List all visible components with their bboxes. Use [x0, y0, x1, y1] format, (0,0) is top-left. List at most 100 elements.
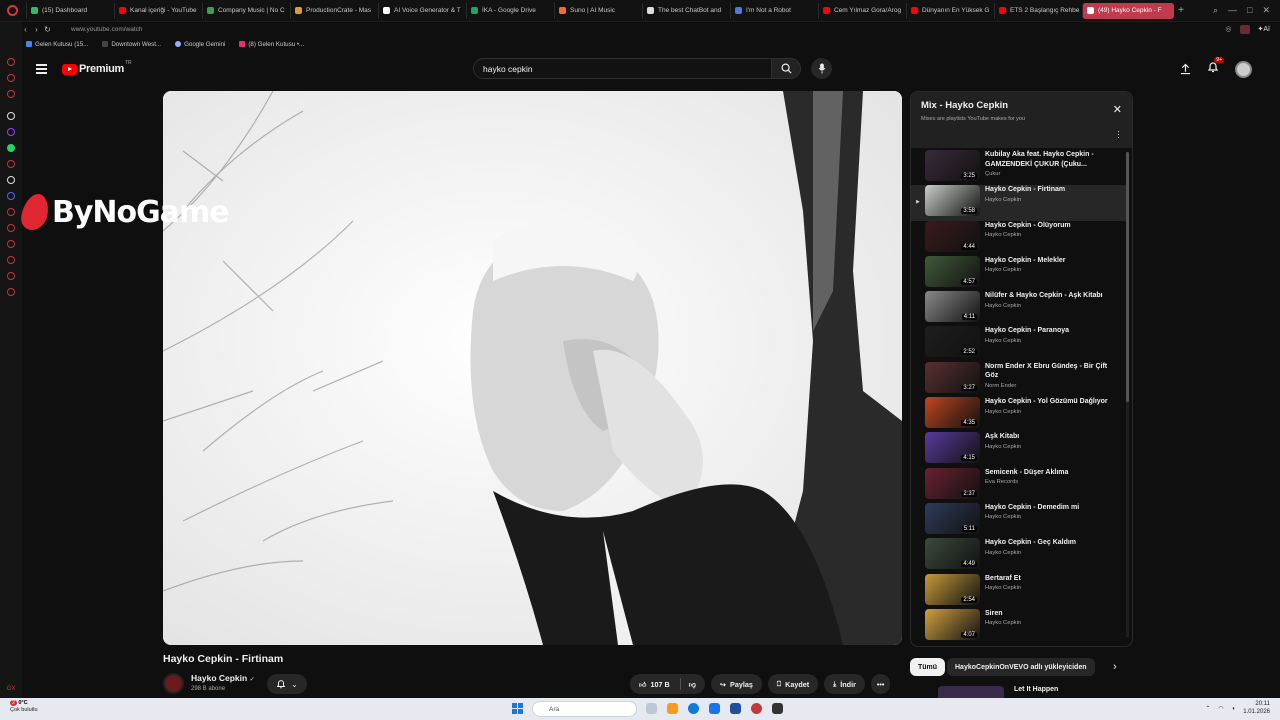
- bookmark-item[interactable]: (8) Gelen Kutusu •...: [239, 41, 304, 48]
- folder-icon[interactable]: [667, 703, 678, 714]
- bookmark-item[interactable]: Google Gemini: [175, 41, 225, 48]
- channel-avatar[interactable]: [163, 673, 184, 694]
- playlist-item[interactable]: 4:57 Hayko Cepkin - Melekler Hayko Cepkin: [911, 255, 1127, 291]
- item-meta: Kubilay Aka feat. Hayko Cepkin - GAMZEND…: [985, 150, 1115, 177]
- playlist-item[interactable]: 2:52 Hayko Cepkin - Paranoya Hayko Cepkin: [911, 326, 1127, 361]
- playlist-item[interactable]: 4:07 Siren Hayko Cepkin: [911, 608, 1127, 644]
- new-tab-button[interactable]: +: [1174, 5, 1188, 16]
- bookmark-item[interactable]: Downtown West...: [102, 41, 161, 48]
- playlist-item[interactable]: 3:27 Norm Ender X Ebru Gündeş - Bir Çift …: [911, 361, 1127, 397]
- playlist-item[interactable]: 2:37 Semicenk - Düşer Aklıma Eva Records: [911, 467, 1127, 503]
- search-button[interactable]: [771, 58, 801, 79]
- playlist-item[interactable]: 4:15 Aşk Kitabı Hayko Cepkin: [911, 432, 1127, 467]
- playlist-item[interactable]: 5:11 Hayko Cepkin - Demedim mi Hayko Cepki…: [911, 502, 1127, 538]
- chip-uploader[interactable]: HaykoCepkinOnVEVO adlı yükleyiciden: [947, 658, 1095, 676]
- menu-icon[interactable]: [36, 64, 47, 77]
- share-button[interactable]: ↪ Paylaş: [711, 674, 762, 694]
- browser-tab[interactable]: (49) Hayko Cepkin - F: [1082, 2, 1174, 19]
- save-button[interactable]: ⎕ Kaydet: [767, 674, 819, 694]
- browser-tab[interactable]: (15) Dashboard: [26, 2, 114, 19]
- sidebar-icon[interactable]: [7, 256, 15, 264]
- voice-search-button[interactable]: [811, 58, 832, 79]
- sidebar-icon[interactable]: [7, 208, 15, 216]
- settings-icon[interactable]: [7, 112, 15, 120]
- download-button[interactable]: ⤓ İndir: [824, 674, 865, 694]
- youtube-logo[interactable]: Premium TR: [62, 60, 132, 75]
- twitch-icon[interactable]: [7, 128, 15, 136]
- browser-tab[interactable]: Suno | AI Music: [554, 2, 642, 19]
- playlist-item[interactable]: 4:49 Hayko Cepkin - Geç Kaldım Hayko Cepki…: [911, 538, 1127, 573]
- channel-name[interactable]: Hayko Cepkin ✓: [191, 673, 255, 683]
- browser-tab[interactable]: The best ChatBot and: [642, 2, 730, 19]
- chip-all[interactable]: Tümü: [910, 658, 946, 676]
- sidebar-icon[interactable]: [7, 288, 15, 296]
- profile-icon[interactable]: [1239, 24, 1250, 34]
- thumbs-down-icon[interactable]: 👎︎: [689, 680, 696, 689]
- close-window-icon[interactable]: ✕: [1262, 5, 1270, 16]
- browser-tab[interactable]: İKA - Google Drive: [466, 2, 554, 19]
- playlist-item[interactable]: ▶ 3:58 Hayko Cepkin - Firtinam Hayko Cepkin: [911, 185, 1127, 221]
- gx-icon[interactable]: GX: [7, 686, 16, 692]
- browser-tab[interactable]: Company Music | No C: [202, 2, 290, 19]
- reload-icon[interactable]: ↻: [42, 25, 53, 34]
- playlist-item[interactable]: 4:44 Hayko Cepkin - Ölüyorum Hayko Cepkin: [911, 220, 1127, 256]
- search-tabs-icon[interactable]: ⌕: [1213, 5, 1218, 16]
- camera-icon[interactable]: ◎: [1225, 25, 1231, 33]
- browser-tab[interactable]: Cem Yılmaz Gora/Arog: [818, 2, 906, 19]
- volume-icon[interactable]: ◖: [1232, 706, 1236, 712]
- more-vertical-icon[interactable]: · · ·: [1117, 127, 1120, 142]
- playlist-item[interactable]: 2:54 Bertaraf Et Hayko Cepkin: [911, 573, 1127, 609]
- bookmark-item[interactable]: Gelen Kutusu (15...: [26, 41, 88, 48]
- tray-chevron-icon[interactable]: ⌃: [1205, 705, 1210, 712]
- browser-tab[interactable]: I'm Not a Robot: [730, 2, 818, 19]
- browser-tab[interactable]: AI Voice Generator & T: [378, 2, 466, 19]
- playlist-item[interactable]: 4:11 Nilüfer & Hayko Cepkin - Aşk Kitabı H…: [911, 291, 1127, 326]
- sidebar-icon[interactable]: [7, 74, 15, 82]
- app-icon[interactable]: [772, 703, 783, 714]
- sidebar-icon[interactable]: [7, 240, 15, 248]
- subscription-bell-button[interactable]: ⌄: [267, 674, 307, 694]
- opera-gx-icon[interactable]: [751, 703, 762, 714]
- discord-icon[interactable]: [7, 192, 15, 200]
- avatar[interactable]: [1235, 60, 1252, 78]
- aria-ai-button[interactable]: ✦AI: [1258, 25, 1271, 33]
- instagram-icon[interactable]: [7, 160, 15, 168]
- video-player[interactable]: [163, 91, 902, 645]
- chevron-right-icon[interactable]: ›: [1113, 661, 1117, 673]
- forward-icon[interactable]: ›: [31, 25, 42, 34]
- x-icon[interactable]: [7, 176, 15, 184]
- browser-tab[interactable]: ProductionCrate - Mas: [290, 2, 378, 19]
- notifications-button[interactable]: 9+: [1207, 57, 1224, 78]
- scrollbar[interactable]: [1126, 152, 1129, 637]
- list-item[interactable]: Let It Happen: [938, 686, 1058, 698]
- sidebar-icon[interactable]: [7, 90, 15, 98]
- taskbar-search[interactable]: Ara: [532, 701, 637, 717]
- like-button[interactable]: 👍︎ 107 B 👎︎: [630, 674, 705, 694]
- edge-icon[interactable]: [688, 703, 699, 714]
- wifi-icon[interactable]: ◠: [1218, 705, 1223, 712]
- whatsapp-icon[interactable]: [7, 144, 15, 152]
- weather-widget[interactable]: 2 0°C Çok bulutlu: [10, 700, 38, 714]
- sidebar-icon[interactable]: [7, 272, 15, 280]
- browser-tab[interactable]: ETS 2 Başlangıç Rehbe: [994, 2, 1082, 19]
- scrollbar-thumb[interactable]: [1126, 152, 1129, 402]
- sidebar-icon[interactable]: [7, 58, 15, 66]
- browser-tab[interactable]: Dünyanın En Yüksek G: [906, 2, 994, 19]
- playlist-item[interactable]: 4:35 Hayko Cepkin - Yol Gözümü Dağlıyor Ha…: [911, 397, 1127, 432]
- search-input[interactable]: hayko cepkin ✕: [473, 58, 793, 79]
- playlist-item[interactable]: 3:25 Kubilay Aka feat. Hayko Cepkin - GAM…: [911, 150, 1127, 185]
- widget-icon[interactable]: [646, 703, 657, 714]
- browser-tab[interactable]: Kanal içeriği - YouTube: [114, 2, 202, 19]
- sidebar-icon[interactable]: [7, 224, 15, 232]
- upload-icon[interactable]: [1180, 63, 1191, 75]
- more-actions-button[interactable]: •••: [870, 674, 891, 694]
- opera-logo-icon[interactable]: [7, 5, 18, 16]
- mail-icon[interactable]: [730, 703, 741, 714]
- close-icon[interactable]: ✕: [1113, 103, 1122, 116]
- minimize-icon[interactable]: —: [1228, 5, 1237, 16]
- clock[interactable]: 20:11 1.01.2026: [1243, 701, 1270, 716]
- url-field[interactable]: www.youtube.com/watch: [71, 26, 143, 33]
- start-button[interactable]: [512, 703, 523, 714]
- store-icon[interactable]: [709, 703, 720, 714]
- maximize-icon[interactable]: □: [1247, 5, 1252, 16]
